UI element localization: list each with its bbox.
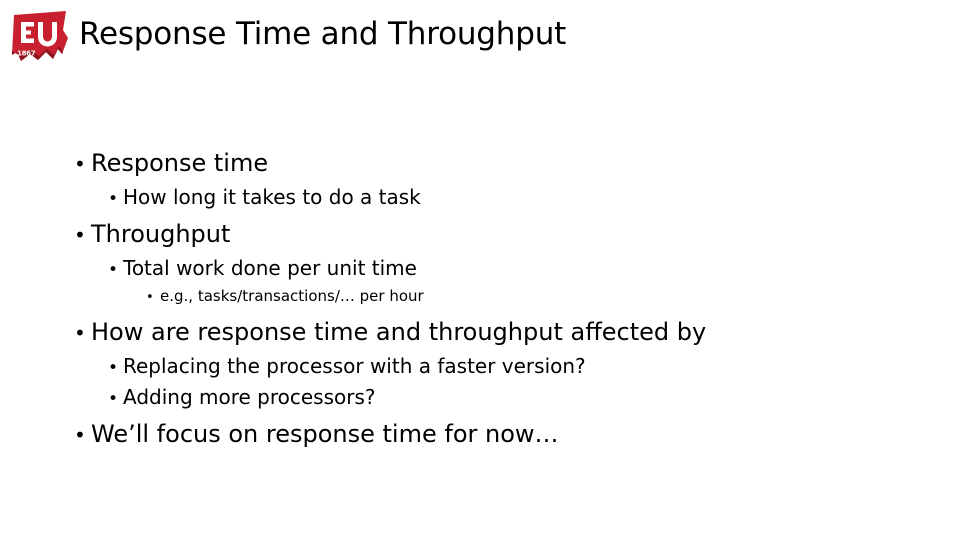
bullet-marker: • xyxy=(74,423,86,447)
bullet-text: e.g., tasks/transactions/… per hour xyxy=(160,287,424,305)
bullet-marker: • xyxy=(108,389,119,409)
bullet-text: We’ll focus on response time for now… xyxy=(91,420,559,448)
bullet-item-how-are-affected: • How are response time and throughput a… xyxy=(74,317,706,348)
bullet-marker: • xyxy=(146,290,154,305)
bullet-list: • Response time • How long it takes to d… xyxy=(0,0,960,540)
bullet-text: How are response time and throughput aff… xyxy=(91,318,707,346)
bullet-text: Adding more processors? xyxy=(123,385,376,409)
bullet-item-focus-response-time: • We’ll focus on response time for now… xyxy=(74,419,559,450)
bullet-text: How long it takes to do a task xyxy=(123,185,421,209)
bullet-item-adding-processors: • Adding more processors? xyxy=(108,384,376,412)
bullet-item-total-work: • Total work done per unit time xyxy=(108,255,417,283)
bullet-marker: • xyxy=(74,223,86,247)
slide-canvas: 1867 Response Time and Throughput • Resp… xyxy=(0,0,960,540)
bullet-text: Response time xyxy=(91,149,269,177)
bullet-item-throughput: • Throughput xyxy=(74,219,230,250)
bullet-marker: • xyxy=(108,189,119,209)
bullet-marker: • xyxy=(108,260,119,280)
bullet-item-how-long: • How long it takes to do a task xyxy=(108,184,421,212)
bullet-marker: • xyxy=(108,358,119,378)
bullet-text: Throughput xyxy=(91,220,231,248)
bullet-marker: • xyxy=(74,152,86,176)
bullet-text: Total work done per unit time xyxy=(123,256,417,280)
bullet-text: Replacing the processor with a faster ve… xyxy=(123,354,586,378)
bullet-item-eg-tasks: • e.g., tasks/transactions/… per hour xyxy=(146,286,424,308)
bullet-item-replacing-processor: • Replacing the processor with a faster … xyxy=(108,353,586,381)
bullet-item-response-time: • Response time xyxy=(74,148,268,179)
bullet-marker: • xyxy=(74,321,86,345)
